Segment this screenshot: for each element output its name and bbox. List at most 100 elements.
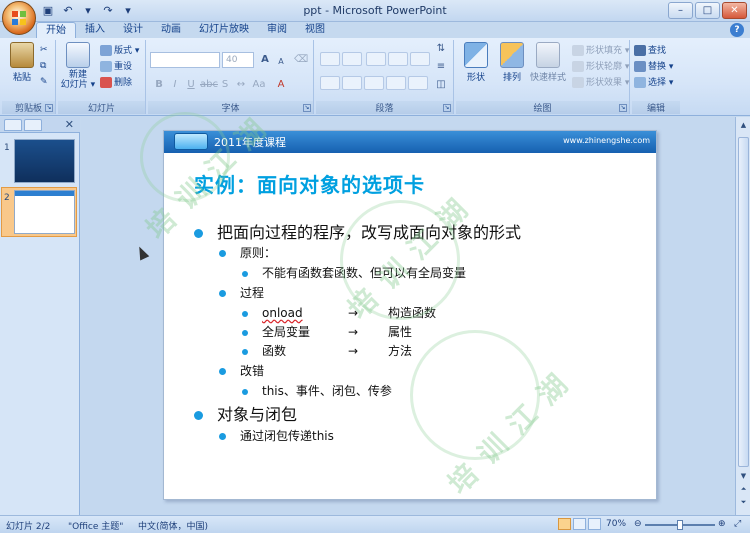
bullets-icon[interactable] [320, 52, 340, 66]
reset-icon [100, 61, 112, 72]
zoom-slider-knob[interactable] [677, 520, 683, 530]
bold-icon[interactable]: B [152, 78, 166, 92]
find-button[interactable]: 查找 [634, 44, 666, 58]
zoom-level[interactable]: 70% [606, 519, 626, 529]
arrow-icon: → [348, 325, 359, 339]
shrink-font-icon[interactable]: A [274, 55, 288, 69]
slide-canvas[interactable]: 2011年度课程 www.zhinengshe.com 实例：面向对象的选项卡 … [163, 130, 657, 500]
clear-format-icon[interactable]: ⌫ [294, 53, 308, 67]
process-row[interactable]: 全局变量 → 属性 [242, 323, 412, 340]
zoom-out-icon[interactable]: ⊖ [634, 519, 642, 529]
effects-icon [572, 77, 584, 88]
shape-effects-button[interactable]: 形状效果 ▾ [572, 76, 629, 90]
paste-button[interactable]: 粘贴 [4, 42, 40, 83]
process-row[interactable]: onload → 构造函数 [242, 304, 436, 321]
bullet-level1[interactable]: 对象与闭包 [194, 401, 297, 425]
shape-outline-button[interactable]: 形状轮廓 ▾ [572, 60, 629, 74]
cut-icon[interactable]: ✂ [40, 43, 48, 57]
process-row[interactable]: 函数 → 方法 [242, 342, 412, 359]
scroll-down-icon[interactable]: ▼ [738, 472, 749, 482]
quick-styles-icon [536, 42, 560, 68]
text-direction-icon[interactable]: ⇅ [434, 42, 448, 56]
slides-pane: ✕ 1 2 [0, 117, 80, 515]
tab-review[interactable]: 审阅 [258, 22, 296, 38]
change-case-icon[interactable]: Aa [252, 78, 266, 92]
slideshow-view-icon[interactable] [588, 518, 601, 530]
prev-slide-icon[interactable]: ⏶ [738, 485, 749, 495]
slide-thumbnail-1[interactable] [14, 139, 75, 183]
italic-icon[interactable]: I [168, 78, 182, 92]
bullet-level3[interactable]: 不能有函数套函数、但可以有全局变量 [242, 264, 466, 281]
new-slide-button[interactable]: 新建 幻灯片 ▾ [60, 42, 96, 90]
line-spacing-icon[interactable] [410, 52, 430, 66]
delete-button[interactable]: 删除 [100, 76, 132, 90]
tab-slideshow[interactable]: 幻灯片放映 [190, 22, 258, 38]
font-launcher-icon[interactable]: ↘ [303, 104, 311, 112]
align-text-icon[interactable]: ≡ [434, 60, 448, 74]
columns-icon[interactable] [408, 76, 428, 90]
scroll-thumb[interactable] [738, 137, 749, 467]
increase-indent-icon[interactable] [388, 52, 408, 66]
minimize-button[interactable]: – [668, 2, 693, 19]
tab-design[interactable]: 设计 [114, 22, 152, 38]
grow-font-icon[interactable]: A [258, 53, 272, 67]
slide-thumbnail-2[interactable] [14, 190, 75, 234]
language-status[interactable]: 中文(简体，中国) [138, 519, 208, 532]
fit-window-icon[interactable]: ⤢ [734, 519, 741, 529]
zoom-in-icon[interactable]: ⊕ [718, 519, 726, 529]
align-center-icon[interactable] [342, 76, 362, 90]
clipboard-group: 粘贴 ✂ ⧉ ✎ 剪贴板 ↘ [2, 40, 56, 114]
font-name-combo[interactable] [150, 52, 220, 68]
close-button[interactable]: ✕ [722, 2, 747, 19]
bullet-level2[interactable]: 过程 [219, 284, 264, 301]
scroll-up-icon[interactable]: ▲ [738, 121, 749, 131]
close-pane-icon[interactable]: ✕ [65, 118, 74, 131]
tab-insert[interactable]: 插入 [76, 22, 114, 38]
bullet-level2[interactable]: 改错 [219, 362, 264, 379]
underline-icon[interactable]: U [184, 78, 198, 92]
vertical-scrollbar[interactable]: ▲ ▼ ⏶ ⏷ [735, 117, 750, 515]
drawing-launcher-icon[interactable]: ↘ [619, 104, 627, 112]
outline-tab-icon[interactable] [24, 119, 42, 131]
clipboard-launcher-icon[interactable]: ↘ [45, 104, 53, 112]
thumb-number-1: 1 [4, 143, 10, 153]
slides-tab-icon[interactable] [4, 119, 22, 131]
align-right-icon[interactable] [364, 76, 384, 90]
numbering-icon[interactable] [342, 52, 362, 66]
layout-button[interactable]: 版式 ▾ [100, 44, 139, 58]
format-painter-icon[interactable]: ✎ [40, 75, 48, 89]
align-left-icon[interactable] [320, 76, 340, 90]
smartart-icon[interactable]: ◫ [434, 78, 448, 92]
strikethrough-icon[interactable]: abc [200, 78, 218, 92]
decrease-indent-icon[interactable] [366, 52, 386, 66]
bullet-level3[interactable]: this、事件、闭包、传参 [242, 382, 392, 399]
select-button[interactable]: 选择 ▾ [634, 76, 673, 90]
normal-view-icon[interactable] [558, 518, 571, 530]
next-slide-icon[interactable]: ⏷ [738, 498, 749, 508]
shape-fill-button[interactable]: 形状填充 ▾ [572, 44, 629, 58]
arrange-button[interactable]: 排列 [494, 42, 530, 83]
slide-sorter-icon[interactable] [573, 518, 586, 530]
help-icon[interactable]: ? [730, 23, 744, 37]
tab-home[interactable]: 开始 [36, 22, 76, 38]
justify-icon[interactable] [386, 76, 406, 90]
font-size-combo[interactable]: 40 [222, 52, 254, 68]
paragraph-launcher-icon[interactable]: ↘ [443, 104, 451, 112]
replace-button[interactable]: 替换 ▾ [634, 60, 673, 74]
bullet-level2[interactable]: 原则： [219, 244, 276, 261]
maximize-button[interactable]: □ [695, 2, 720, 19]
shapes-button[interactable]: 形状 [458, 42, 494, 83]
tab-animations[interactable]: 动画 [152, 22, 190, 38]
char-spacing-icon[interactable]: ↔ [234, 78, 248, 92]
office-button[interactable] [2, 1, 36, 35]
tab-view[interactable]: 视图 [296, 22, 334, 38]
bullet-level1[interactable]: 把面向过程的程序，改写成面向对象的形式 [194, 219, 521, 243]
font-color-icon[interactable]: A [274, 78, 288, 92]
quick-styles-button[interactable]: 快速样式 [526, 42, 570, 83]
reset-button[interactable]: 重设 [100, 60, 132, 74]
bullet-level2[interactable]: 通过闭包传递this [219, 427, 334, 444]
copy-icon[interactable]: ⧉ [40, 59, 46, 73]
status-bar: 幻灯片 2/2 "Office 主题" 中文(简体，中国) 70% ⊖ ⊕ ⤢ [0, 515, 750, 533]
slide-title[interactable]: 实例：面向对象的选项卡 [194, 169, 425, 198]
shadow-icon[interactable]: S [218, 78, 232, 92]
